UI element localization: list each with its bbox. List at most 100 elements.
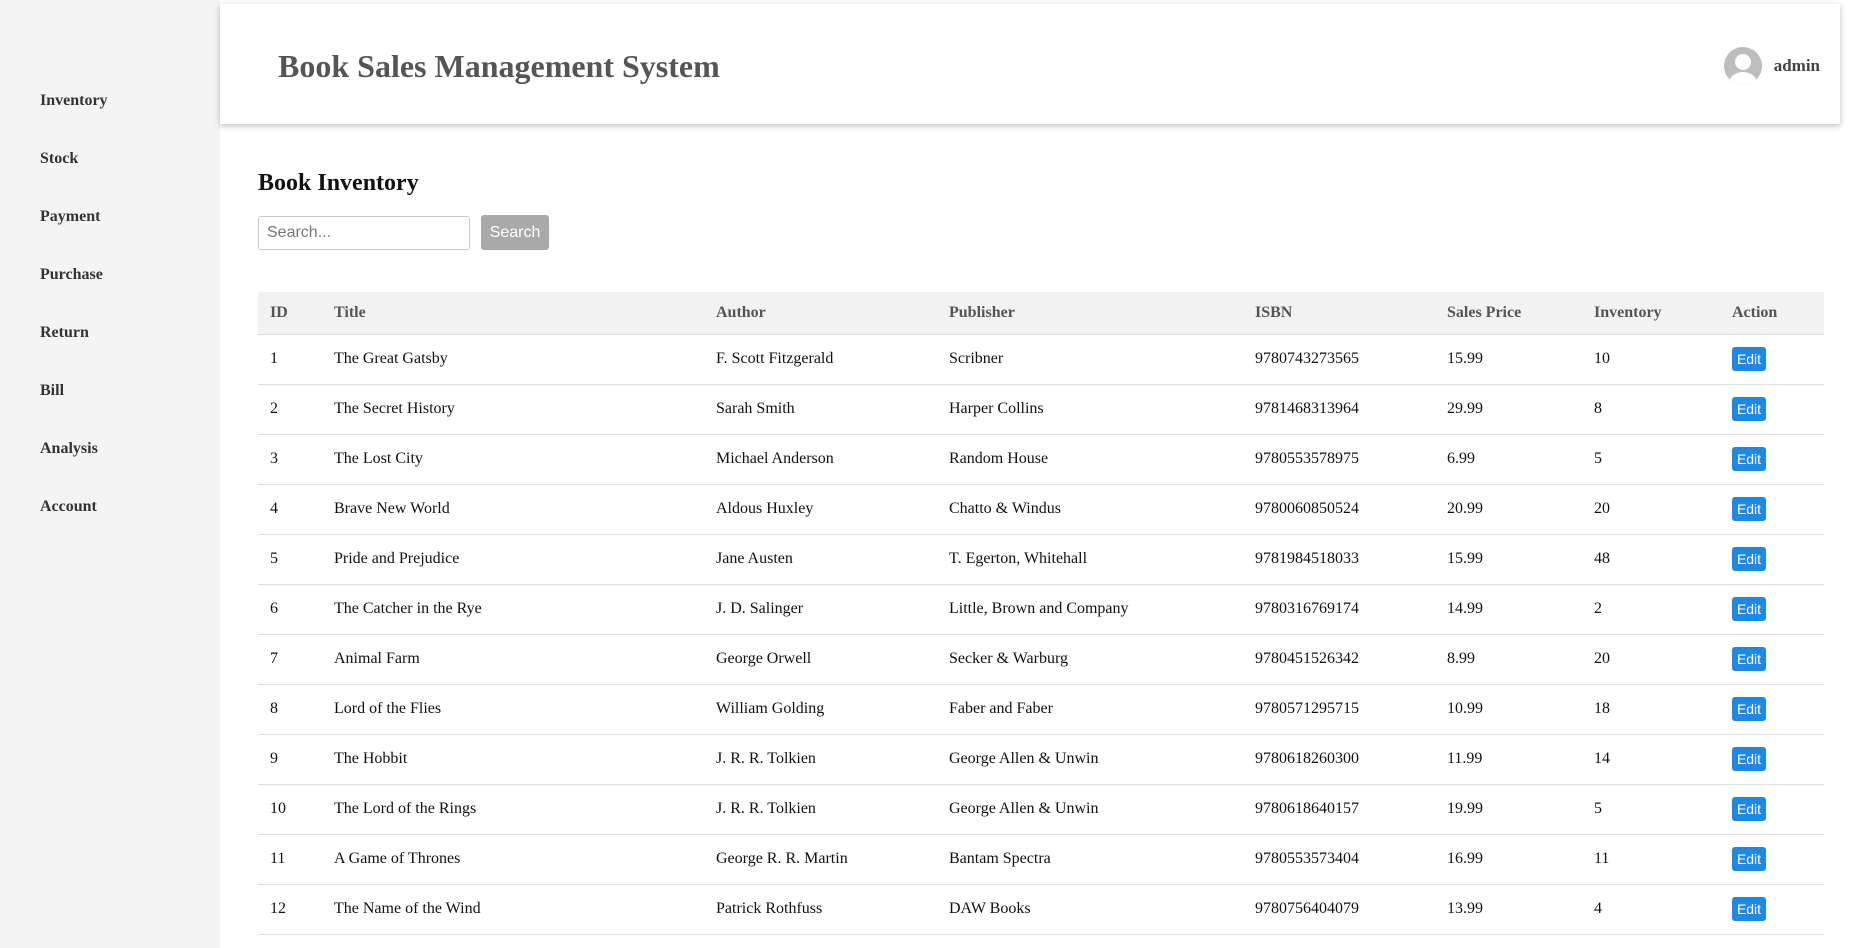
cell-action: Edit bbox=[1720, 484, 1824, 535]
cell-action: Edit bbox=[1720, 834, 1824, 885]
column-header-sales-price: Sales Price bbox=[1447, 303, 1522, 321]
column-header-action: Action bbox=[1732, 303, 1778, 321]
edit-button[interactable]: Edit bbox=[1732, 647, 1766, 671]
cell-sales-price: 20.99 bbox=[1435, 484, 1582, 535]
user-avatar-icon[interactable] bbox=[1723, 47, 1762, 85]
cell-id: 5 bbox=[258, 534, 322, 585]
cell-sales-price: 29.99 bbox=[1435, 384, 1582, 435]
cell-sales-price: 6.99 bbox=[1435, 434, 1582, 485]
cell-inventory: 20 bbox=[1582, 634, 1720, 685]
cell-action: Edit bbox=[1720, 534, 1824, 585]
cell-action: Edit bbox=[1720, 434, 1824, 485]
cell-publisher: Harper Collins bbox=[937, 384, 1243, 435]
cell-sales-price: 15.99 bbox=[1435, 333, 1582, 385]
cell-id: 9 bbox=[258, 734, 322, 785]
cell-id: 7 bbox=[258, 634, 322, 685]
cell-author: Michael Anderson bbox=[704, 434, 937, 485]
cell-isbn: 9780743273565 bbox=[1243, 333, 1435, 385]
sidebar-item-payment[interactable]: Payment bbox=[40, 208, 108, 266]
edit-button[interactable]: Edit bbox=[1732, 697, 1766, 721]
cell-inventory: 48 bbox=[1582, 534, 1720, 585]
cell-inventory: 11 bbox=[1582, 834, 1720, 885]
cell-inventory: 10 bbox=[1582, 333, 1720, 385]
cell-inventory: 20 bbox=[1582, 484, 1720, 535]
cell-inventory: 2 bbox=[1582, 584, 1720, 635]
edit-button[interactable]: Edit bbox=[1732, 797, 1766, 821]
sidebar-item-purchase[interactable]: Purchase bbox=[40, 266, 108, 324]
cell-inventory: 8 bbox=[1582, 384, 1720, 435]
edit-button[interactable]: Edit bbox=[1732, 897, 1766, 921]
sidebar-item-return[interactable]: Return bbox=[40, 324, 108, 382]
cell-action: Edit bbox=[1720, 584, 1824, 635]
table-row: 2 The Secret History Sarah Smith Harper Col… bbox=[258, 384, 1824, 435]
cell-isbn: 9780618640157 bbox=[1243, 784, 1435, 835]
column-header-publisher: Publisher bbox=[949, 303, 1015, 321]
cell-action: Edit bbox=[1720, 734, 1824, 785]
cell-action: Edit bbox=[1720, 884, 1824, 935]
table-row: 4 Brave New World Aldous Huxley Chatto & Wi… bbox=[258, 484, 1824, 535]
cell-isbn: 9780451526342 bbox=[1243, 634, 1435, 685]
cell-isbn: 9781468313964 bbox=[1243, 384, 1435, 435]
cell-author: F. Scott Fitzgerald bbox=[704, 333, 937, 385]
cell-author: George R. R. Martin bbox=[704, 834, 937, 885]
user-menu[interactable]: admin bbox=[1723, 47, 1820, 85]
cell-title: The Secret History bbox=[322, 384, 704, 435]
cell-action: Edit bbox=[1720, 784, 1824, 835]
user-name[interactable]: admin bbox=[1774, 56, 1820, 76]
edit-button[interactable]: Edit bbox=[1732, 747, 1766, 771]
cell-id: 4 bbox=[258, 484, 322, 535]
edit-button[interactable]: Edit bbox=[1732, 497, 1766, 521]
cell-inventory: 5 bbox=[1582, 784, 1720, 835]
cell-id: 1 bbox=[258, 333, 322, 385]
sidebar-menu: Inventory Stock Payment Purchase Return … bbox=[40, 92, 108, 556]
sidebar-item-inventory[interactable]: Inventory bbox=[40, 92, 108, 150]
cell-title: The Name of the Wind bbox=[322, 884, 704, 935]
edit-button[interactable]: Edit bbox=[1732, 347, 1766, 371]
sidebar-item-stock[interactable]: Stock bbox=[40, 150, 108, 208]
cell-publisher: Little, Brown and Company bbox=[937, 584, 1243, 635]
search-button[interactable]: Search bbox=[481, 215, 549, 250]
cell-title: The Catcher in the Rye bbox=[322, 584, 704, 635]
cell-sales-price: 19.99 bbox=[1435, 784, 1582, 835]
table-row: 8 Lord of the Flies William Golding Faber a… bbox=[258, 684, 1824, 735]
cell-author: Jane Austen bbox=[704, 534, 937, 585]
edit-button[interactable]: Edit bbox=[1732, 547, 1766, 571]
column-header-author: Author bbox=[716, 303, 766, 321]
cell-author: J. D. Salinger bbox=[704, 584, 937, 635]
app-header: Book Sales Management System admin bbox=[220, 4, 1840, 124]
edit-button[interactable]: Edit bbox=[1732, 447, 1766, 471]
sidebar: Inventory Stock Payment Purchase Return … bbox=[0, 0, 220, 948]
table-row: 6 The Catcher in the Rye J. D. Salinger Lit… bbox=[258, 584, 1824, 635]
edit-button[interactable]: Edit bbox=[1732, 847, 1766, 871]
cell-author: J. R. R. Tolkien bbox=[704, 784, 937, 835]
sidebar-item-analysis[interactable]: Analysis bbox=[40, 440, 108, 498]
cell-id: 12 bbox=[258, 884, 322, 935]
cell-isbn: 9780553578975 bbox=[1243, 434, 1435, 485]
cell-inventory: 5 bbox=[1582, 434, 1720, 485]
cell-title: The Lord of the Rings bbox=[322, 784, 704, 835]
cell-isbn: 9780618260300 bbox=[1243, 734, 1435, 785]
sidebar-item-account[interactable]: Account bbox=[40, 498, 108, 556]
cell-inventory: 18 bbox=[1582, 684, 1720, 735]
edit-button[interactable]: Edit bbox=[1732, 597, 1766, 621]
cell-title: Brave New World bbox=[322, 484, 704, 535]
sidebar-item-bill[interactable]: Bill bbox=[40, 382, 108, 440]
table-row: 5 Pride and Prejudice Jane Austen T. Egerto… bbox=[258, 534, 1824, 585]
cell-sales-price: 16.99 bbox=[1435, 834, 1582, 885]
column-header-inventory: Inventory bbox=[1594, 303, 1662, 321]
cell-inventory: 14 bbox=[1582, 734, 1720, 785]
cell-publisher: George Allen & Unwin bbox=[937, 734, 1243, 785]
cell-action: Edit bbox=[1720, 333, 1824, 385]
main-content: Book Inventory Search ID Title Author Pu… bbox=[258, 170, 1824, 935]
cell-isbn: 9780060850524 bbox=[1243, 484, 1435, 535]
cell-action: Edit bbox=[1720, 384, 1824, 435]
cell-isbn: 9780756404079 bbox=[1243, 884, 1435, 935]
cell-title: Pride and Prejudice bbox=[322, 534, 704, 585]
cell-publisher: Chatto & Windus bbox=[937, 484, 1243, 535]
edit-button[interactable]: Edit bbox=[1732, 397, 1766, 421]
cell-action: Edit bbox=[1720, 634, 1824, 685]
cell-author: J. R. R. Tolkien bbox=[704, 734, 937, 785]
cell-author: Aldous Huxley bbox=[704, 484, 937, 535]
search-input[interactable] bbox=[258, 215, 470, 250]
cell-id: 3 bbox=[258, 434, 322, 485]
